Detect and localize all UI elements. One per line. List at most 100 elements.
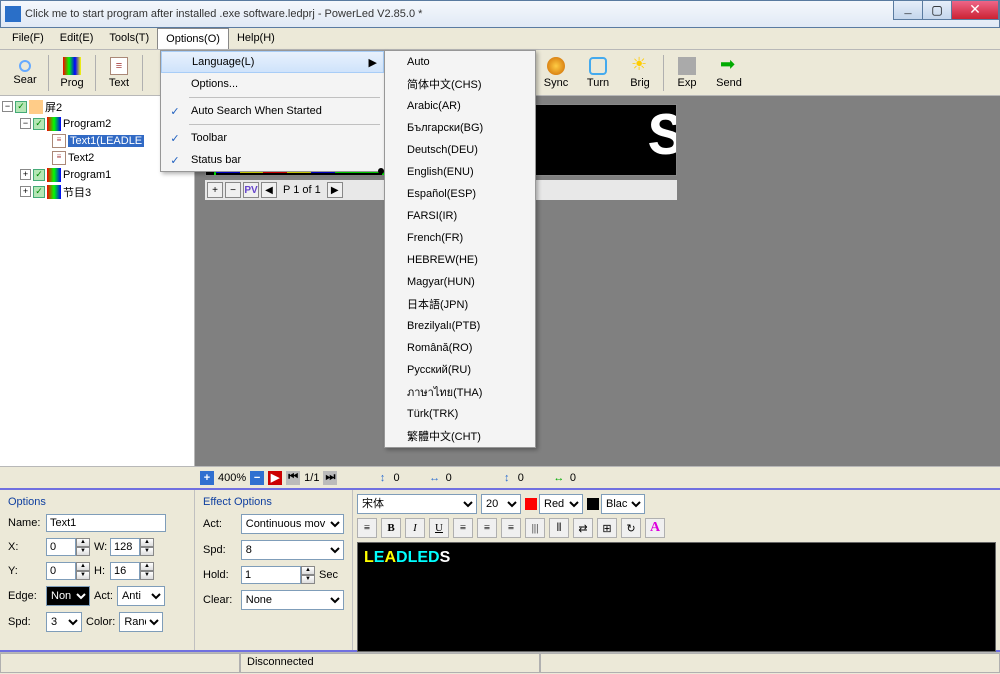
play-icon[interactable]: ▶ bbox=[268, 471, 282, 485]
maximize-button[interactable]: ▢ bbox=[922, 0, 952, 20]
spin-down[interactable]: ▼ bbox=[76, 571, 90, 580]
spin-down[interactable]: ▼ bbox=[76, 547, 90, 556]
lang-item[interactable]: French(FR) bbox=[385, 227, 535, 249]
spin-down[interactable]: ▼ bbox=[301, 575, 315, 584]
y-input[interactable] bbox=[46, 562, 76, 580]
spin-up[interactable]: ▲ bbox=[76, 562, 90, 571]
size-select[interactable]: 20 bbox=[481, 494, 521, 514]
prev-page-button[interactable]: ◀ bbox=[261, 182, 277, 198]
close-button[interactable]: ✕ bbox=[951, 0, 999, 20]
a-button[interactable]: A bbox=[645, 518, 665, 538]
tool-brig[interactable]: ☀Brig bbox=[619, 52, 661, 94]
preview-button[interactable]: PV bbox=[243, 182, 259, 198]
spin-up[interactable]: ▲ bbox=[301, 566, 315, 575]
tool-exp[interactable]: Exp bbox=[666, 52, 708, 94]
expand-icon[interactable]: + bbox=[20, 169, 31, 180]
lang-item[interactable]: Български(BG) bbox=[385, 117, 535, 139]
align-center-button[interactable]: ≡ bbox=[477, 518, 497, 538]
font-select[interactable]: 宋体 bbox=[357, 494, 477, 514]
last-icon[interactable]: ⏭ bbox=[323, 471, 337, 485]
color-select[interactable]: Rand bbox=[119, 612, 163, 632]
lang-item[interactable]: Deutsch(DEU) bbox=[385, 139, 535, 161]
lang-item[interactable]: Русский(RU) bbox=[385, 359, 535, 381]
spin-up[interactable]: ▲ bbox=[140, 562, 154, 571]
fg-color-select[interactable]: Red bbox=[539, 494, 583, 514]
zoom-in-icon[interactable]: + bbox=[200, 471, 214, 485]
lang-item[interactable]: FARSI(IR) bbox=[385, 205, 535, 227]
tool-prog[interactable]: Prog bbox=[51, 52, 93, 94]
menu-options[interactable]: Options(O) bbox=[157, 28, 229, 49]
checkbox[interactable]: ✓ bbox=[15, 101, 27, 113]
bg-color-select[interactable]: Blac bbox=[601, 494, 645, 514]
align-left-button[interactable]: ≡ bbox=[453, 518, 473, 538]
tool-send[interactable]: ➡Send bbox=[708, 52, 750, 94]
lang-item[interactable]: 繁體中文(CHT) bbox=[385, 425, 535, 447]
menu-help[interactable]: Help(H) bbox=[229, 28, 283, 49]
lang-item[interactable]: Română(RO) bbox=[385, 337, 535, 359]
tool-text[interactable]: ≡Text bbox=[98, 52, 140, 94]
hmove-icon[interactable]: ↔ bbox=[428, 471, 442, 485]
refresh-button[interactable]: ↻ bbox=[621, 518, 641, 538]
tool-turn[interactable]: Turn bbox=[577, 52, 619, 94]
next-page-button[interactable]: ▶ bbox=[327, 182, 343, 198]
menu-edit[interactable]: Edit(E) bbox=[52, 28, 102, 49]
spin-down[interactable]: ▼ bbox=[140, 547, 154, 556]
menu-item-autosearch[interactable]: ✓Auto Search When Started bbox=[161, 100, 384, 122]
checkbox[interactable]: ✓ bbox=[33, 118, 45, 130]
collapse-icon[interactable]: − bbox=[2, 101, 13, 112]
effect-spd-select[interactable]: 8 bbox=[241, 540, 344, 560]
menu-item-options[interactable]: Options... bbox=[161, 73, 384, 95]
lang-item[interactable]: Español(ESP) bbox=[385, 183, 535, 205]
lang-item[interactable]: 日本語(JPN) bbox=[385, 293, 535, 315]
checkbox[interactable]: ✓ bbox=[33, 169, 45, 181]
menu-item-language[interactable]: Language(L) ▶ bbox=[161, 51, 384, 73]
spin-up[interactable]: ▲ bbox=[76, 538, 90, 547]
menu-tools[interactable]: Tools(T) bbox=[101, 28, 157, 49]
menu-item-statusbar[interactable]: ✓Status bar bbox=[161, 149, 384, 171]
lang-item[interactable]: English(ENU) bbox=[385, 161, 535, 183]
checkbox[interactable]: ✓ bbox=[33, 186, 45, 198]
menu-file[interactable]: File(F) bbox=[4, 28, 52, 49]
hmove2-icon[interactable]: ↔ bbox=[552, 471, 566, 485]
name-input[interactable] bbox=[46, 514, 166, 532]
bold-button[interactable]: B bbox=[381, 518, 401, 538]
underline-button[interactable]: U bbox=[429, 518, 449, 538]
tool-sync[interactable]: Sync bbox=[535, 52, 577, 94]
remove-page-button[interactable]: − bbox=[225, 182, 241, 198]
text-preview[interactable]: LEADLEDS bbox=[357, 542, 996, 652]
spread-button[interactable]: ⊞ bbox=[597, 518, 617, 538]
collapse-icon[interactable]: − bbox=[20, 118, 31, 129]
menu-item-toolbar[interactable]: ✓Toolbar bbox=[161, 127, 384, 149]
bars-button[interactable]: ⦀ bbox=[549, 518, 569, 538]
zoom-out-icon[interactable]: − bbox=[250, 471, 264, 485]
expand-icon[interactable]: + bbox=[20, 186, 31, 197]
lang-item[interactable]: HEBREW(HE) bbox=[385, 249, 535, 271]
lang-item[interactable]: Arabic(AR) bbox=[385, 95, 535, 117]
spacing-button[interactable]: ||| bbox=[525, 518, 545, 538]
x-input[interactable] bbox=[46, 538, 76, 556]
w-input[interactable] bbox=[110, 538, 140, 556]
act-select[interactable]: Anti bbox=[117, 586, 165, 606]
minimize-button[interactable]: _ bbox=[893, 0, 923, 20]
effect-act-select[interactable]: Continuous mov bbox=[241, 514, 344, 534]
italic-button[interactable]: I bbox=[405, 518, 425, 538]
align-right-button[interactable]: ≡ bbox=[501, 518, 521, 538]
vmove2-icon[interactable]: ↕ bbox=[500, 471, 514, 485]
lang-item[interactable]: Auto bbox=[385, 51, 535, 73]
h-input[interactable] bbox=[110, 562, 140, 580]
spin-up[interactable]: ▲ bbox=[140, 538, 154, 547]
eq-button[interactable]: ⇄ bbox=[573, 518, 593, 538]
add-page-button[interactable]: + bbox=[207, 182, 223, 198]
tree-jiemu3[interactable]: +✓节目3 bbox=[2, 183, 192, 200]
first-icon[interactable]: ⏮ bbox=[286, 471, 300, 485]
hold-input[interactable] bbox=[241, 566, 301, 584]
spd-select[interactable]: 3 bbox=[46, 612, 82, 632]
edge-select[interactable]: Non bbox=[46, 586, 90, 606]
lines-icon[interactable]: ≡ bbox=[357, 518, 377, 538]
lang-item[interactable]: 简体中文(CHS) bbox=[385, 73, 535, 95]
lang-item[interactable]: Magyar(HUN) bbox=[385, 271, 535, 293]
tool-search[interactable]: Sear bbox=[4, 52, 46, 94]
spin-down[interactable]: ▼ bbox=[140, 571, 154, 580]
lang-item[interactable]: ภาษาไทย(THA) bbox=[385, 381, 535, 403]
lang-item[interactable]: Brezilyalı(PTB) bbox=[385, 315, 535, 337]
